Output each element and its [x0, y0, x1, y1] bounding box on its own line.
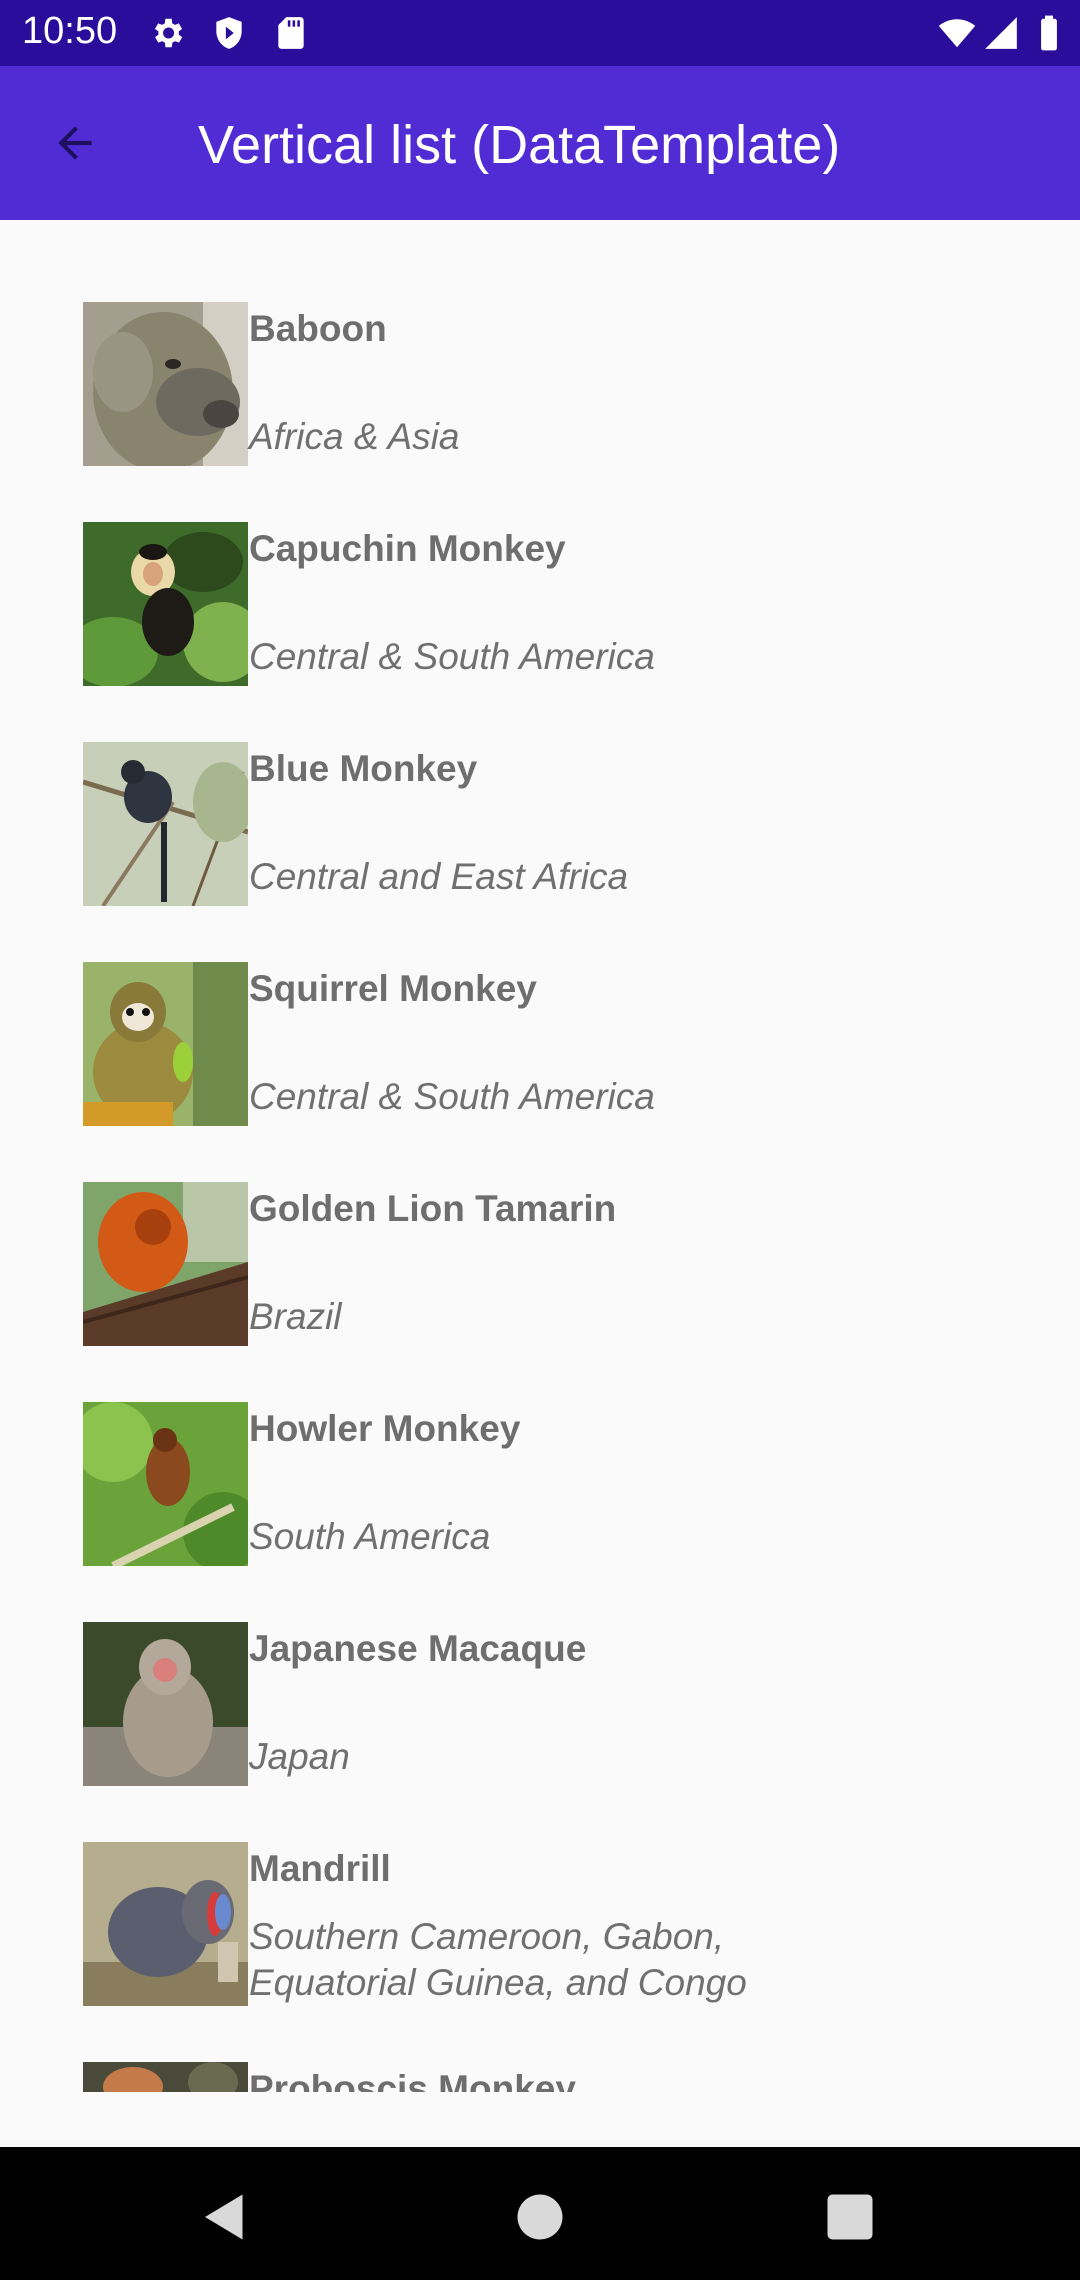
monkey-list[interactable]: Baboon Africa & Asia Capuchin Monkey Cen…: [0, 220, 1080, 2092]
item-name: Mandrill: [249, 1848, 391, 1889]
back-button[interactable]: [30, 108, 120, 178]
list-item[interactable]: Mandrill Southern Cameroon, Gabon, Equat…: [83, 1842, 983, 2006]
item-location: Japan: [249, 1736, 350, 1777]
item-location: Africa & Asia: [249, 416, 460, 457]
list-item[interactable]: Blue Monkey Central and East Africa: [83, 742, 983, 906]
howler-monkey-image: [83, 1402, 248, 1566]
item-name: Howler Monkey: [249, 1408, 521, 1449]
list-item[interactable]: Japanese Macaque Japan: [83, 1622, 983, 1786]
item-name: Golden Lion Tamarin: [249, 1188, 617, 1229]
list-item[interactable]: Squirrel Monkey Central & South America: [83, 962, 983, 1126]
arrow-back-icon: [58, 126, 92, 160]
blue-monkey-image: [83, 742, 248, 906]
status-bar: 10:50: [0, 0, 1080, 66]
sd-card-icon: [278, 17, 304, 49]
item-location: Central & South America: [249, 1076, 655, 1117]
home-circle-icon[interactable]: [510, 2187, 570, 2247]
recents-square-icon[interactable]: [820, 2187, 880, 2247]
japanese-macaque-image: [83, 1622, 248, 1786]
shield-play-icon: [216, 17, 242, 49]
capuchin-monkey-image: [83, 522, 248, 686]
item-location: Central & South America: [249, 636, 655, 677]
golden-lion-tamarin-image: [83, 1182, 248, 1346]
status-time: 10:50: [22, 10, 118, 52]
squirrel-monkey-image: [83, 962, 248, 1126]
mandrill-image: [83, 1842, 248, 2006]
baboon-image: [83, 302, 248, 466]
list-item[interactable]: Golden Lion Tamarin Brazil: [83, 1182, 983, 1346]
list-item[interactable]: Howler Monkey South America: [83, 1402, 983, 1566]
item-location: Brazil: [249, 1296, 342, 1337]
proboscis-monkey-image: [83, 2062, 248, 2092]
item-name: Squirrel Monkey: [249, 968, 537, 1009]
battery-icon: [1041, 15, 1057, 51]
item-location: Central and East Africa: [249, 856, 629, 897]
item-name: Capuchin Monkey: [249, 528, 566, 569]
navigation-bar: [0, 2147, 1080, 2280]
list-item[interactable]: Baboon Africa & Asia: [83, 302, 983, 466]
item-name: Baboon: [249, 308, 387, 349]
item-location: Southern Cameroon, Gabon, Equatorial Gui…: [249, 1916, 747, 2003]
cell-signal-icon: [985, 17, 1017, 49]
back-triangle-icon[interactable]: [195, 2187, 255, 2247]
item-name: Blue Monkey: [249, 748, 478, 789]
wifi-icon: [938, 19, 976, 48]
list-item[interactable]: Proboscis Monkey: [83, 2062, 983, 2092]
page-title: Vertical list (DataTemplate): [198, 115, 841, 175]
item-name: Proboscis Monkey: [249, 2068, 576, 2092]
item-location: South America: [249, 1516, 491, 1557]
app-bar: Vertical list (DataTemplate): [0, 66, 1080, 220]
item-name: Japanese Macaque: [249, 1628, 587, 1669]
gear-icon: [154, 18, 183, 48]
list-item[interactable]: Capuchin Monkey Central & South America: [83, 522, 983, 686]
